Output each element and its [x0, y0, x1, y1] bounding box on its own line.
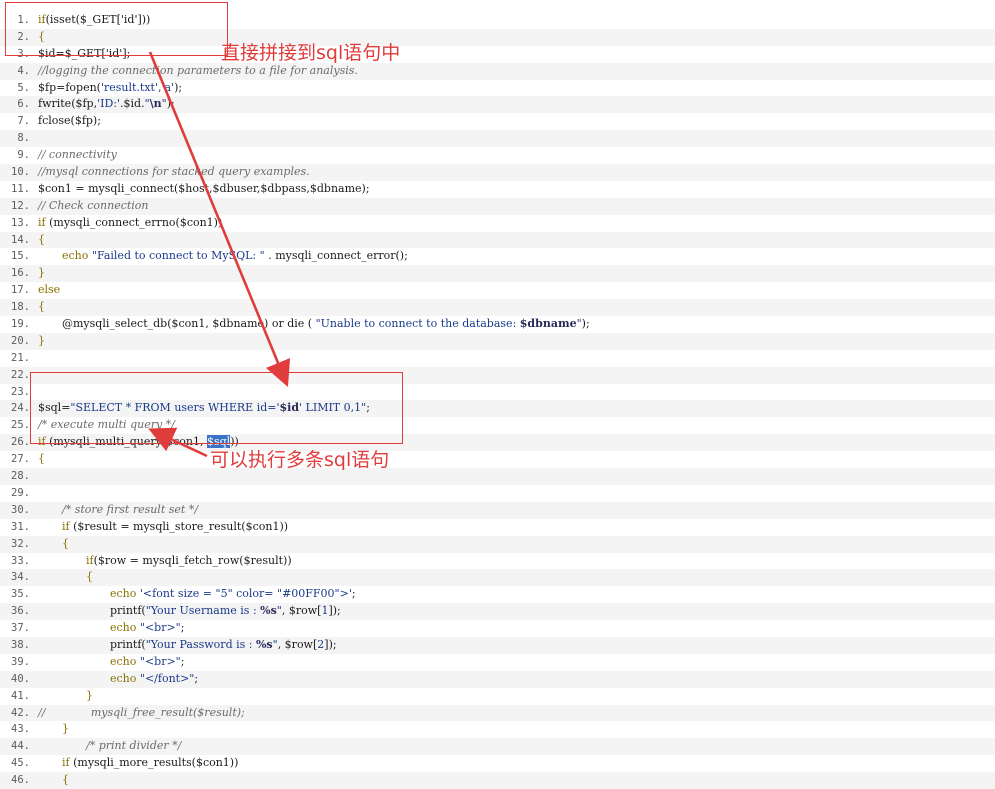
code-line: 44. /* print divider */: [0, 738, 995, 756]
code-line: 46. {: [0, 772, 995, 789]
annotation-arrows: [148, 51, 291, 458]
line-number: 45.: [11, 757, 30, 770]
code-token: (mysqli_more_results($con1)): [69, 756, 239, 770]
line-number: 46.: [11, 774, 30, 787]
line-number: 44.: [11, 740, 30, 753]
code-token: if: [62, 756, 70, 770]
multi-query-arrow: [148, 427, 208, 458]
concat-arrow: [148, 51, 291, 388]
code-text: {: [38, 772, 69, 788]
code-line: 45. if (mysqli_more_results($con1)): [0, 755, 995, 772]
code-text: if (mysqli_more_results($con1)): [38, 755, 238, 771]
code-token: {: [62, 773, 69, 787]
code-text: /* print divider */: [38, 738, 181, 754]
code-token: /* print divider */: [86, 739, 182, 753]
